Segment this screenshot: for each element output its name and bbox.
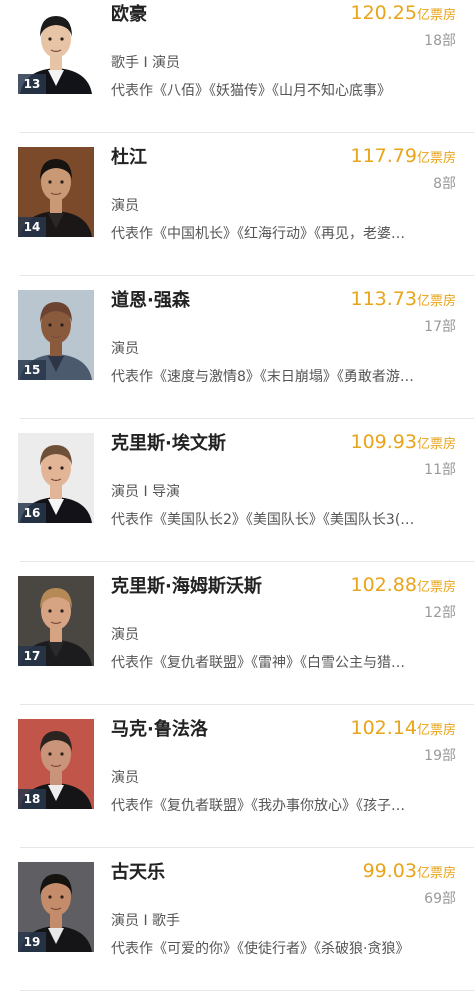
box-office-unit: 亿票房 — [416, 294, 456, 309]
box-office-value: 109.93 — [350, 431, 417, 453]
profession: 演员 — [111, 198, 139, 214]
film-count: 12部 — [424, 605, 456, 621]
box-office: 109.93亿票房 — [351, 431, 457, 453]
avatar[interactable]: 18 — [18, 719, 94, 809]
celebrity-name[interactable]: 克里斯·埃文斯 — [111, 429, 226, 455]
film-count: 18部 — [424, 33, 456, 49]
celebrity-name[interactable]: 克里斯·海姆斯沃斯 — [111, 572, 262, 598]
film-count: 17部 — [424, 319, 456, 335]
profession: 演员 — [111, 770, 139, 786]
film-count: 69部 — [424, 891, 456, 907]
box-office: 113.73亿票房 — [351, 288, 457, 310]
avatar[interactable]: 16 — [18, 433, 94, 523]
representative-works: 代表作《复仇者联盟》《我办事你放心》《孩子… — [111, 798, 405, 814]
celebrity-list-item[interactable]: 15 道恩·强森 113.73亿票房 17部演员代表作《速度与激情8》《末日崩塌》《勇… — [0, 276, 474, 419]
box-office-unit: 亿票房 — [416, 437, 456, 452]
box-office-value: 102.88 — [350, 574, 417, 596]
box-office-value: 117.79 — [350, 145, 417, 167]
profession: 演员 I 歌手 — [111, 913, 181, 929]
celebrity-name[interactable]: 马克·鲁法洛 — [111, 715, 208, 741]
avatar[interactable]: 17 — [18, 576, 94, 666]
representative-works: 代表作《可爱的你》《使徒行者》《杀破狼·贪狼》 — [111, 941, 410, 957]
film-count: 19部 — [424, 748, 456, 764]
rank-badge: 17 — [18, 646, 46, 666]
celebrity-name[interactable]: 道恩·强森 — [111, 286, 190, 312]
film-count: 8部 — [433, 176, 456, 192]
box-office: 120.25亿票房 — [351, 2, 457, 24]
celebrity-list-item[interactable]: 13 欧豪 120.25亿票房 18部歌手 I 演员代表作《八佰》《妖猫传》《山月不知… — [0, 0, 474, 133]
celebrity-list-item[interactable]: 18 马克·鲁法洛 102.14亿票房 19部演员代表作《复仇者联盟》《我办事你放心》… — [0, 705, 474, 848]
avatar[interactable]: 13 — [18, 4, 94, 94]
rank-badge: 15 — [18, 360, 46, 380]
profession: 演员 I 导演 — [111, 484, 181, 500]
box-office-unit: 亿票房 — [416, 8, 456, 23]
celebrity-list-item[interactable]: 14 杜江 117.79亿票房 8部演员代表作《中国机长》《红海行动》《再见，老婆… — [0, 133, 474, 276]
rank-badge: 18 — [18, 789, 46, 809]
box-office-unit: 亿票房 — [416, 151, 456, 166]
profession: 歌手 I 演员 — [111, 55, 181, 71]
profession: 演员 — [111, 627, 139, 643]
box-office-value: 102.14 — [350, 717, 417, 739]
box-office: 99.03亿票房 — [363, 860, 456, 882]
representative-works: 代表作《八佰》《妖猫传》《山月不知心底事》 — [111, 83, 391, 99]
box-office-unit: 亿票房 — [416, 580, 456, 595]
celebrity-list-item[interactable]: 17 克里斯·海姆斯沃斯 102.88亿票房 12部演员代表作《复仇者联盟》《雷神》《… — [0, 562, 474, 705]
celebrity-name[interactable]: 古天乐 — [111, 858, 165, 884]
box-office-value: 99.03 — [362, 860, 417, 882]
box-office-unit: 亿票房 — [416, 723, 456, 738]
celebrity-list-item[interactable]: 19 古天乐 99.03亿票房 69部演员 I 歌手代表作《可爱的你》《使徒行者》《杀… — [0, 848, 474, 991]
avatar[interactable]: 19 — [18, 862, 94, 952]
rank-badge: 13 — [18, 74, 46, 94]
box-office: 117.79亿票房 — [351, 145, 457, 167]
avatar[interactable]: 14 — [18, 147, 94, 237]
celebrity-list-item[interactable]: 16 克里斯·埃文斯 109.93亿票房 11部演员 I 导演代表作《美国队长2》《美… — [0, 419, 474, 562]
representative-works: 代表作《复仇者联盟》《雷神》《白雪公主与猎… — [111, 655, 405, 671]
film-count: 11部 — [424, 462, 456, 478]
representative-works: 代表作《中国机长》《红海行动》《再见，老婆… — [111, 226, 405, 242]
ranking-list: 13 欧豪 120.25亿票房 18部 歌手 I 演员 代表作《八佰》《妖猫传》《山月不知… — [0, 0, 474, 991]
rank-badge: 16 — [18, 503, 46, 523]
box-office: 102.88亿票房 — [351, 574, 457, 596]
box-office: 102.14亿票房 — [351, 717, 457, 739]
box-office-value: 120.25 — [350, 2, 417, 24]
celebrity-name[interactable]: 杜江 — [111, 143, 147, 169]
rank-badge: 14 — [18, 217, 46, 237]
avatar[interactable]: 15 — [18, 290, 94, 380]
profession: 演员 — [111, 341, 139, 357]
representative-works: 代表作《美国队长2》《美国队长》《美国队长3(… — [111, 512, 415, 528]
box-office-unit: 亿票房 — [416, 866, 456, 881]
rank-badge: 19 — [18, 932, 46, 952]
celebrity-name[interactable]: 欧豪 — [111, 0, 147, 26]
representative-works: 代表作《速度与激情8》《末日崩塌》《勇敢者游… — [111, 369, 414, 385]
box-office-value: 113.73 — [350, 288, 417, 310]
